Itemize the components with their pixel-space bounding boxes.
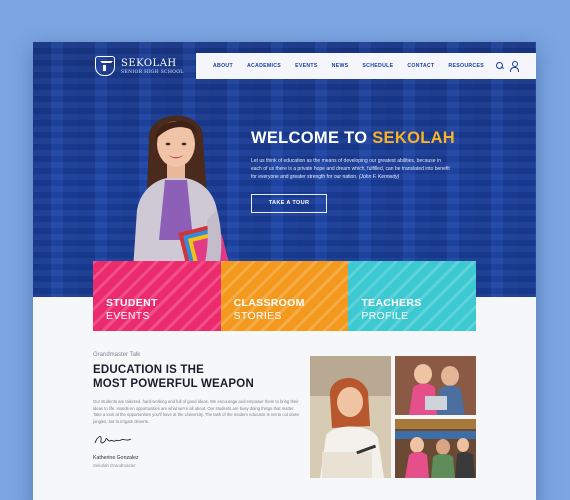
nav-item-events[interactable]: EVENTS bbox=[288, 63, 325, 69]
shield-icon bbox=[95, 56, 115, 76]
card-subtitle: EVENTS bbox=[106, 310, 150, 322]
photo-student-writing[interactable] bbox=[310, 356, 391, 478]
card-teachers-profile[interactable]: TEACHERS PROFILE bbox=[348, 261, 477, 331]
section-kicker: Grandmaster Talk bbox=[93, 352, 141, 358]
photo-grid bbox=[310, 356, 476, 478]
hero-text: Let us think of education as the means o… bbox=[251, 158, 450, 180]
photo-students-laptop[interactable] bbox=[395, 356, 476, 415]
brand-subtitle: SENIOR HIGH SCHOOL bbox=[121, 69, 184, 75]
search-icon[interactable] bbox=[495, 61, 505, 71]
card-subtitle: PROFILE bbox=[361, 310, 409, 322]
nav-item-news[interactable]: NEWS bbox=[325, 63, 356, 69]
brand-name: SEKOLAH bbox=[121, 57, 177, 69]
card-subtitle: STORIES bbox=[233, 310, 282, 322]
hero-title: WELCOME TO SEKOLAH bbox=[251, 129, 456, 147]
grandmaster-talk: Grandmaster Talk EDUCATION IS THE MOST PO… bbox=[93, 352, 303, 468]
nav-item-schedule[interactable]: SCHEDULE bbox=[355, 63, 400, 69]
card-student-events[interactable]: STUDENT EVENTS bbox=[93, 261, 221, 331]
author-role: Sekolah Grandmaster bbox=[93, 463, 136, 469]
card-title: TEACHERS bbox=[361, 297, 422, 309]
card-title: CLASSROOM bbox=[233, 297, 305, 309]
nav-item-about[interactable]: ABOUT bbox=[206, 63, 240, 69]
nav-item-resources[interactable]: RESOURCES bbox=[441, 63, 491, 69]
user-icon[interactable] bbox=[509, 61, 520, 72]
logo[interactable]: SEKOLAH SENIOR HIGH SCHOOL bbox=[95, 56, 184, 76]
take-a-tour-button[interactable]: TAKE A TOUR bbox=[251, 194, 327, 214]
section-body: Our students are talented, hard-working … bbox=[93, 399, 300, 424]
section-heading: EDUCATION IS THE MOST POWERFUL WEAPON bbox=[93, 364, 254, 390]
website-frame: SEKOLAH SENIOR HIGH SCHOOL ABOUT ACADEMI… bbox=[33, 42, 536, 500]
main-nav: ABOUT ACADEMICS EVENTS NEWS SCHEDULE CON… bbox=[196, 53, 536, 79]
card-classroom-stories[interactable]: CLASSROOM STORIES bbox=[220, 261, 349, 331]
photo-students-library[interactable] bbox=[395, 419, 476, 478]
welcome-block: WELCOME TO SEKOLAH Let us think of educa… bbox=[251, 129, 501, 214]
card-title: STUDENT bbox=[106, 297, 158, 309]
feature-cards: STUDENT EVENTS CLASSROOM STORIES TEACHER… bbox=[93, 261, 477, 331]
nav-item-academics[interactable]: ACADEMICS bbox=[240, 63, 288, 69]
hero-section: SEKOLAH SENIOR HIGH SCHOOL ABOUT ACADEMI… bbox=[33, 42, 536, 300]
author-name: Katherine Gonzalez bbox=[93, 455, 139, 462]
nav-item-contact[interactable]: CONTACT bbox=[400, 63, 441, 69]
signature-image bbox=[94, 436, 132, 444]
